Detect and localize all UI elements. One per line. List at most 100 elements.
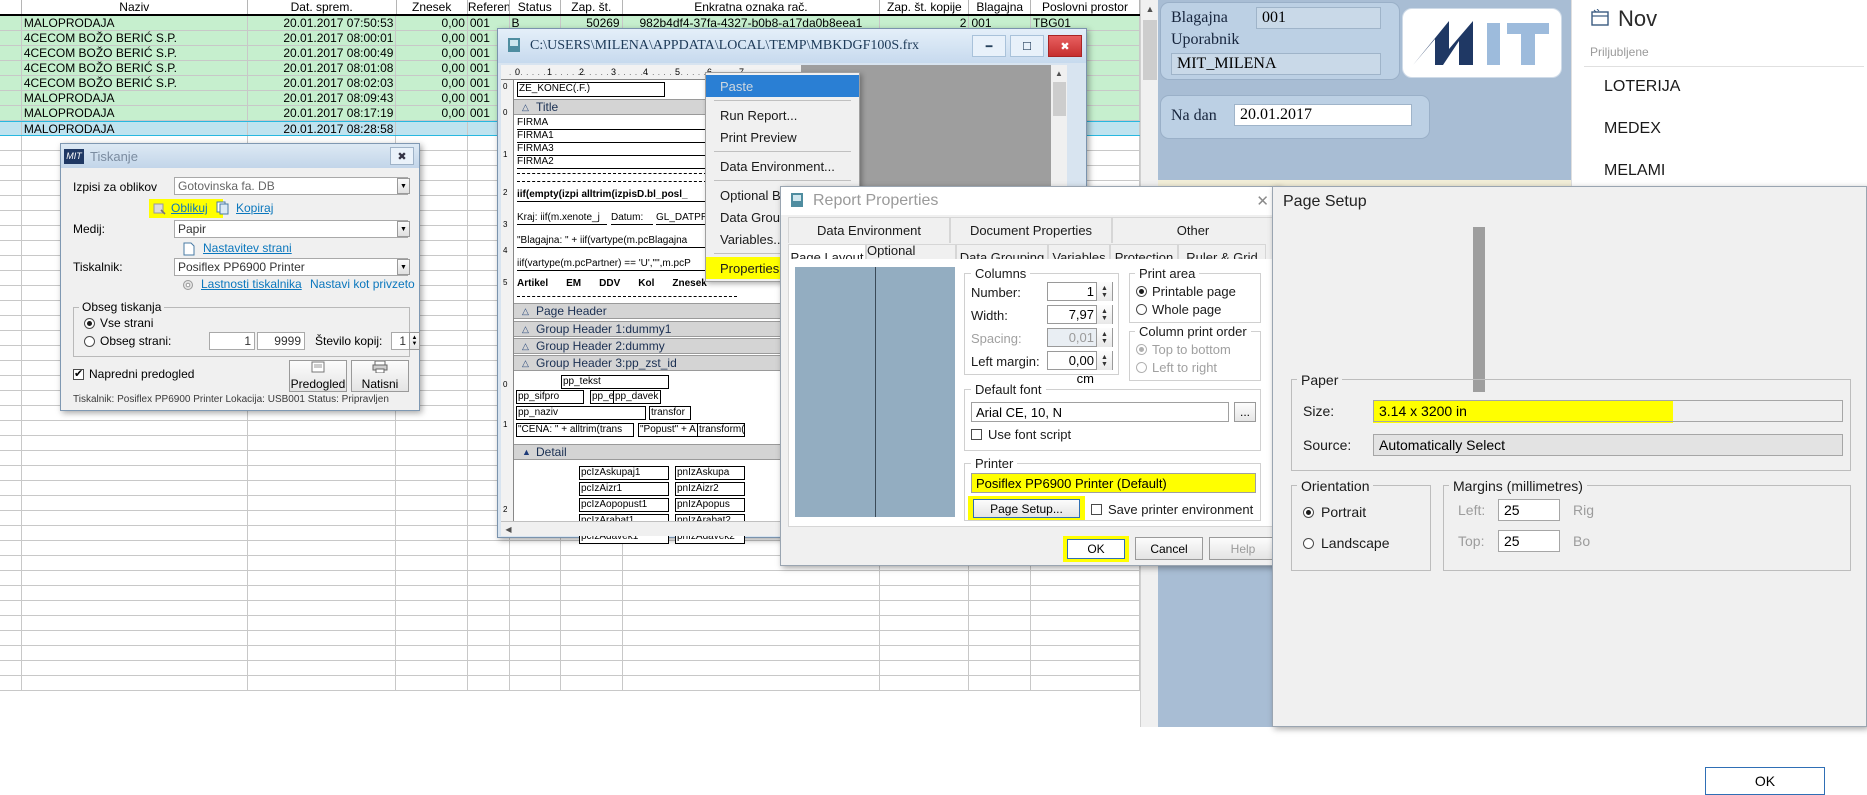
page-setup-button[interactable]: Page Setup...	[973, 499, 1080, 518]
use-font-script-row[interactable]: Use font script	[971, 427, 1071, 442]
use-font-script-checkbox[interactable]	[971, 429, 982, 440]
portrait-row[interactable]: Portrait	[1303, 504, 1366, 520]
column-header-zap-st[interactable]: Zap. št.	[561, 0, 623, 14]
column-header-enkratna-oznaka[interactable]: Enkratna oznaka rač.	[623, 0, 881, 14]
close-icon[interactable]: ✖	[1048, 35, 1082, 57]
chevron-down-icon[interactable]: ▼	[397, 221, 410, 237]
frx-label-datum[interactable]: Datum:	[611, 212, 653, 225]
save-printer-env-row[interactable]: Save printer environment	[1091, 502, 1253, 517]
table-row-empty[interactable]	[0, 616, 1141, 631]
column-header-zap-st-kopije[interactable]: Zap. št. kopije	[880, 0, 970, 14]
landscape-radio[interactable]	[1303, 537, 1314, 549]
chevron-down-icon[interactable]: ▼	[397, 178, 410, 194]
frx-field-pnizaskupa[interactable]: pnIzAskupa	[675, 466, 745, 480]
column-header-nr[interactable]	[0, 0, 22, 14]
frx-expr-popust[interactable]: "Popust" + A	[638, 423, 698, 437]
scroll-thumb[interactable]	[1142, 20, 1157, 80]
frx-expr-izpis[interactable]: iif(empty(izpi alltrim(izpisD.bl_posl_	[517, 189, 713, 202]
frx-expr-partner[interactable]: iif(vartype(m.pcPartner) == 'U',"",m.pcP	[517, 258, 715, 271]
column-header-dat-sprem[interactable]: Dat. sprem.	[248, 0, 397, 14]
landscape-row[interactable]: Landscape	[1303, 535, 1390, 551]
chevron-down-icon[interactable]: ▼	[397, 259, 410, 275]
nastavitev-strani-link[interactable]: Nastavitev strani	[203, 241, 292, 255]
obseg-strani-radio-row[interactable]: Obseg strani:	[84, 334, 171, 348]
menu-item-run-report[interactable]: Run Report...	[706, 104, 859, 126]
number-stepper[interactable]: ▲ ▼	[1096, 282, 1112, 301]
band-page-header[interactable]: △ Page Header	[514, 303, 801, 319]
tab-data-environment[interactable]: Data Environment	[788, 217, 950, 243]
minimize-icon[interactable]: ━	[972, 35, 1006, 57]
favorite-item-loterija[interactable]: LOTERIJA	[1604, 78, 1680, 96]
blagajna-value[interactable]: 001	[1256, 7, 1381, 29]
width-stepper[interactable]: ▲ ▼	[1096, 305, 1112, 324]
left-margin-input[interactable]: 0,00 cm ▲ ▼	[1047, 351, 1113, 386]
frx-field-firma2[interactable]: FIRMA2	[517, 156, 707, 169]
band-detail[interactable]: ▲ Detail	[514, 444, 801, 460]
number-input[interactable]: 1 ▲ ▼	[1047, 282, 1113, 301]
whole-page-radio[interactable]	[1136, 304, 1147, 315]
frx-field-pp-naziv[interactable]: pp_naziv	[516, 406, 646, 420]
maximize-icon[interactable]: ☐	[1010, 35, 1044, 57]
frx-field-pcizaizr1[interactable]: pcIzAizr1	[579, 482, 669, 496]
printable-page-radio[interactable]	[1136, 286, 1147, 297]
printer-value[interactable]: Posiflex PP6900 Printer (Default)	[971, 473, 1256, 493]
frx-field-firma3[interactable]: FIRMA3	[517, 143, 707, 156]
predogled-button[interactable]: Predogled	[289, 360, 347, 392]
column-header-znesek[interactable]: Znesek	[397, 0, 468, 14]
table-row-empty[interactable]	[0, 571, 1141, 586]
izpis-select[interactable]: Gotovinska fa. DB	[174, 177, 408, 195]
oblikuj-link[interactable]: Oblikuj	[171, 201, 208, 215]
tiskalnik-select[interactable]: Posiflex PP6900 Printer	[174, 258, 408, 276]
frx-scroll-left-icon[interactable]: ◀	[501, 522, 516, 537]
frx-field-pp-tekst[interactable]: pp_tekst	[561, 375, 669, 389]
frx-field-pp-sifpro[interactable]: pp_sifpro	[516, 390, 584, 404]
tab-document-properties[interactable]: Document Properties	[950, 217, 1112, 243]
frx-field-transform[interactable]: transfor	[649, 406, 691, 420]
frx-field-firma1[interactable]: FIRMA1	[517, 130, 707, 143]
cancel-button[interactable]: Cancel	[1135, 537, 1203, 560]
default-font-input[interactable]: Arial CE, 10, N	[971, 402, 1229, 422]
font-browse-button[interactable]: ...	[1234, 402, 1256, 422]
page-to-input[interactable]: 9999	[257, 332, 305, 350]
top-margin-value[interactable]: 25	[1498, 530, 1560, 552]
uporabnik-value[interactable]: MIT_MILENA	[1171, 53, 1381, 75]
whole-page-row[interactable]: Whole page	[1136, 302, 1221, 317]
ok-button[interactable]: OK	[1067, 539, 1125, 559]
band-group-header-3[interactable]: △ Group Header 3:pp_zst_id	[514, 355, 801, 371]
report-properties-dialog[interactable]: Report Properties ✕ Data Environment Doc…	[780, 186, 1280, 566]
column-header-status[interactable]: Status	[510, 0, 562, 14]
column-header-naziv[interactable]: Naziv	[22, 0, 248, 14]
band-group-header-2[interactable]: △ Group Header 2:dummy	[514, 338, 801, 354]
table-row-empty[interactable]	[0, 646, 1141, 661]
page-from-input[interactable]: 1	[209, 332, 255, 350]
frx-field-pcizaskupaj1[interactable]: pcIzAskupaj1	[579, 466, 669, 480]
table-row-empty[interactable]	[0, 676, 1141, 691]
pagesetup-titlebar[interactable]: Page Setup	[1273, 187, 1866, 217]
source-value[interactable]: Automatically Select	[1373, 434, 1843, 456]
pagesetup-ok-button[interactable]: OK	[1705, 767, 1825, 795]
close-icon[interactable]: ✕	[1256, 192, 1269, 210]
napredni-row[interactable]: Napredni predogled	[73, 367, 194, 381]
napredni-checkbox[interactable]	[73, 367, 84, 380]
obseg-strani-radio[interactable]	[84, 335, 95, 347]
frx-expr-blagajna[interactable]: "Blagajna: " + iif(vartype(m.pcBlagajna	[517, 235, 715, 248]
table-row-empty[interactable]	[0, 661, 1141, 676]
left-margin-stepper[interactable]: ▲ ▼	[1096, 351, 1112, 370]
table-row-empty[interactable]	[0, 631, 1141, 646]
medij-select[interactable]: Papir	[174, 220, 408, 238]
frx-field-pnizapopus[interactable]: pnIzApopus	[675, 498, 745, 512]
frx-expr-cena[interactable]: "CENA: " + alltrim(trans	[516, 423, 634, 437]
width-input[interactable]: 7,97 cm▲▼	[1047, 305, 1113, 340]
menu-item-paste[interactable]: Paste	[706, 75, 859, 97]
nadan-value[interactable]: 20.01.2017	[1234, 104, 1412, 126]
new-label[interactable]: Nov	[1618, 6, 1657, 32]
column-header-poslovni-prostor[interactable]: Poslovni prostor	[1031, 0, 1140, 14]
tiskanje-dialog[interactable]: MIT Tiskanje ✖ Izpisi za oblikov Gotovin…	[60, 143, 420, 411]
size-value[interactable]: 3.14 x 3200 in	[1373, 400, 1843, 422]
save-printer-env-checkbox[interactable]	[1091, 504, 1102, 515]
page-setup-dialog[interactable]: Page Setup Paper Size: 3.14 x 3200 in So…	[1272, 186, 1867, 795]
column-header-blagajna[interactable]: Blagajna	[969, 0, 1031, 14]
frx-scroll-up-icon[interactable]: ▲	[1051, 65, 1067, 81]
vse-strani-radio-row[interactable]: Vse strani	[84, 316, 153, 330]
column-header-referent[interactable]: Referent	[468, 0, 510, 14]
